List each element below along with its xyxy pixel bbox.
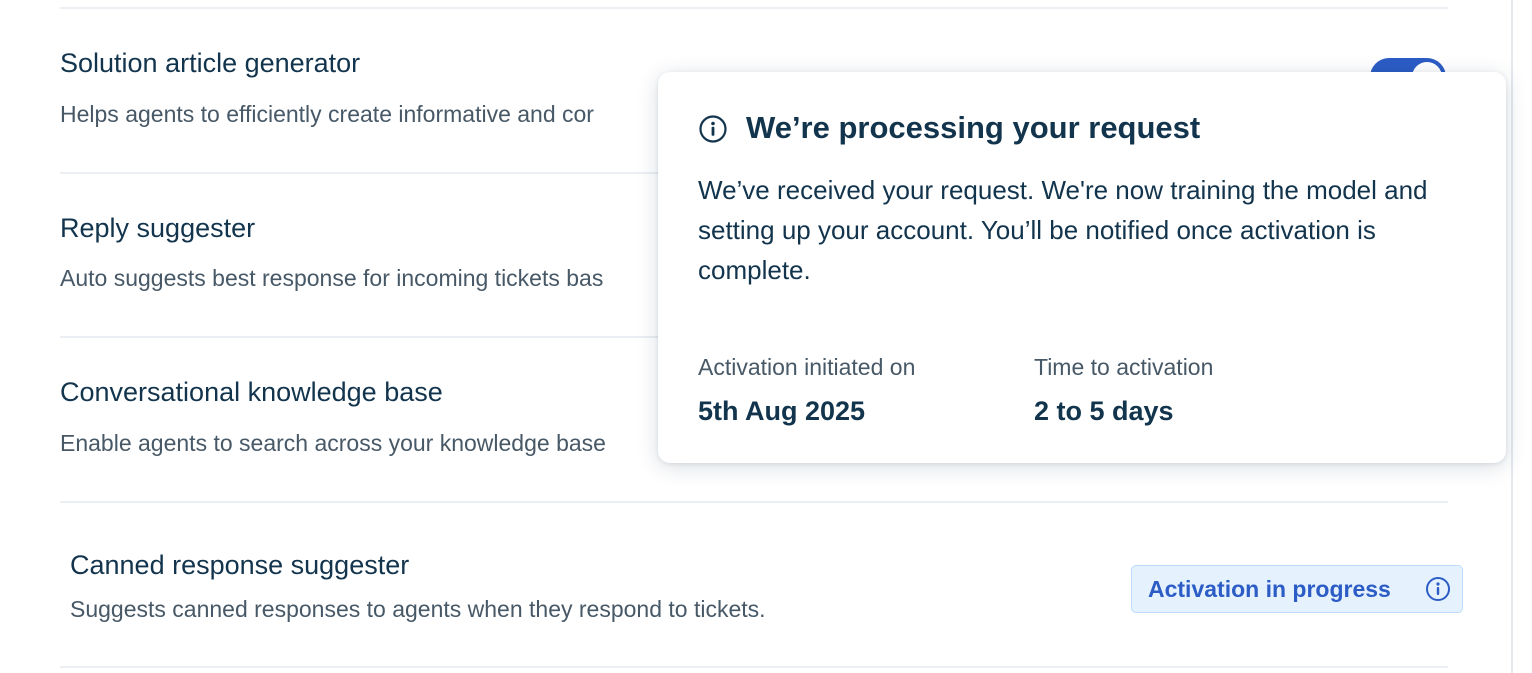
feature-title: Canned response suggester xyxy=(70,550,410,580)
activation-initiated-value: 5th Aug 2025 xyxy=(698,396,866,426)
activation-status-badge[interactable]: Activation in progress xyxy=(1131,565,1463,613)
feature-description: Helps agents to efficiently create infor… xyxy=(60,101,594,127)
divider xyxy=(60,666,1448,668)
time-to-activation-label: Time to activation xyxy=(1034,354,1214,380)
feature-description: Auto suggests best response for incoming… xyxy=(60,265,604,291)
time-to-activation-value: 2 to 5 days xyxy=(1034,396,1174,426)
feature-description: Enable agents to search across your know… xyxy=(60,430,606,456)
feature-title: Reply suggester xyxy=(60,213,256,243)
popover-title: We’re processing your request xyxy=(746,110,1201,145)
feature-description: Suggests canned responses to agents when… xyxy=(70,596,766,622)
feature-title: Solution article generator xyxy=(60,48,361,78)
popover-body: We’ve received your request. We're now t… xyxy=(698,175,1428,285)
activation-info-popover: We’re processing your request We’ve rece… xyxy=(658,72,1506,463)
divider xyxy=(60,7,1448,9)
activation-initiated-label: Activation initiated on xyxy=(698,354,916,380)
scroll-edge xyxy=(1511,0,1513,673)
divider xyxy=(60,501,1448,503)
info-icon xyxy=(699,115,727,143)
info-icon[interactable] xyxy=(1425,576,1451,602)
settings-page: Solution article generator Helps agents … xyxy=(0,0,1532,673)
status-badge-label: Activation in progress xyxy=(1148,575,1391,602)
feature-title: Conversational knowledge base xyxy=(60,377,443,407)
